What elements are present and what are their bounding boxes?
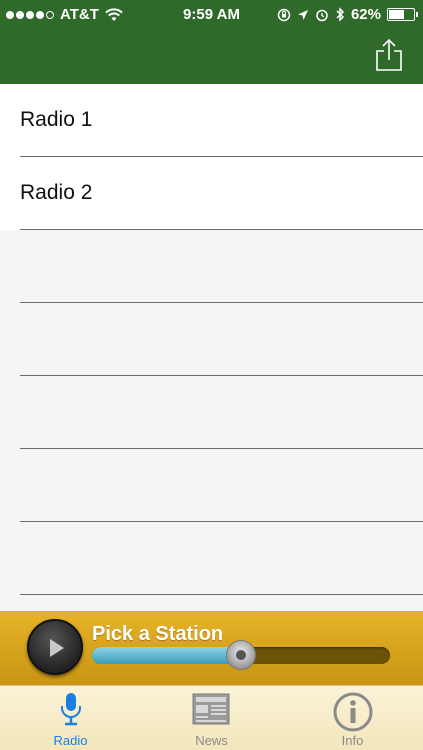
empty-row xyxy=(0,230,423,303)
tab-news[interactable]: News xyxy=(141,686,282,750)
tab-label: Radio xyxy=(53,733,88,748)
alarm-icon xyxy=(316,9,328,21)
play-button[interactable] xyxy=(27,619,83,675)
slider-fill xyxy=(92,647,241,664)
info-icon xyxy=(333,692,372,732)
tab-label: News xyxy=(195,733,228,748)
battery-percent: 62% xyxy=(350,6,381,23)
row-divider xyxy=(20,594,423,595)
station-row-radio-2[interactable]: Radio 2 xyxy=(0,157,423,230)
empty-row xyxy=(0,303,423,376)
tab-radio[interactable]: Radio xyxy=(0,686,141,750)
empty-row xyxy=(0,376,423,449)
microphone-icon xyxy=(60,693,81,726)
share-button[interactable] xyxy=(375,38,403,72)
share-icon xyxy=(376,38,402,71)
tab-label: Info xyxy=(341,733,364,748)
battery-icon xyxy=(387,8,418,21)
volume-slider[interactable] xyxy=(92,640,390,670)
status-bar: AT&T 9:59 AM 62% xyxy=(0,0,423,30)
station-row-radio-1[interactable]: Radio 1 xyxy=(0,84,423,157)
newspaper-icon xyxy=(192,693,229,725)
slider-knob[interactable] xyxy=(226,640,256,670)
play-icon xyxy=(50,639,64,657)
rotation-lock-icon xyxy=(277,8,291,21)
status-right: 62% xyxy=(277,6,418,23)
station-list: Radio 1 Radio 2 xyxy=(0,84,423,611)
station-label: Radio 1 xyxy=(20,108,93,131)
bluetooth-icon xyxy=(336,7,345,22)
header-bar: AT&T 9:59 AM 62% xyxy=(0,0,423,84)
tab-bar: Radio News Info xyxy=(0,685,423,750)
tab-info[interactable]: Info xyxy=(282,686,423,750)
player-bar: Pick a Station xyxy=(0,611,423,685)
station-label: Radio 2 xyxy=(20,181,93,204)
empty-row xyxy=(0,449,423,522)
now-playing-title: Pick a Station xyxy=(92,623,224,645)
empty-row xyxy=(0,522,423,595)
location-icon xyxy=(297,9,308,20)
